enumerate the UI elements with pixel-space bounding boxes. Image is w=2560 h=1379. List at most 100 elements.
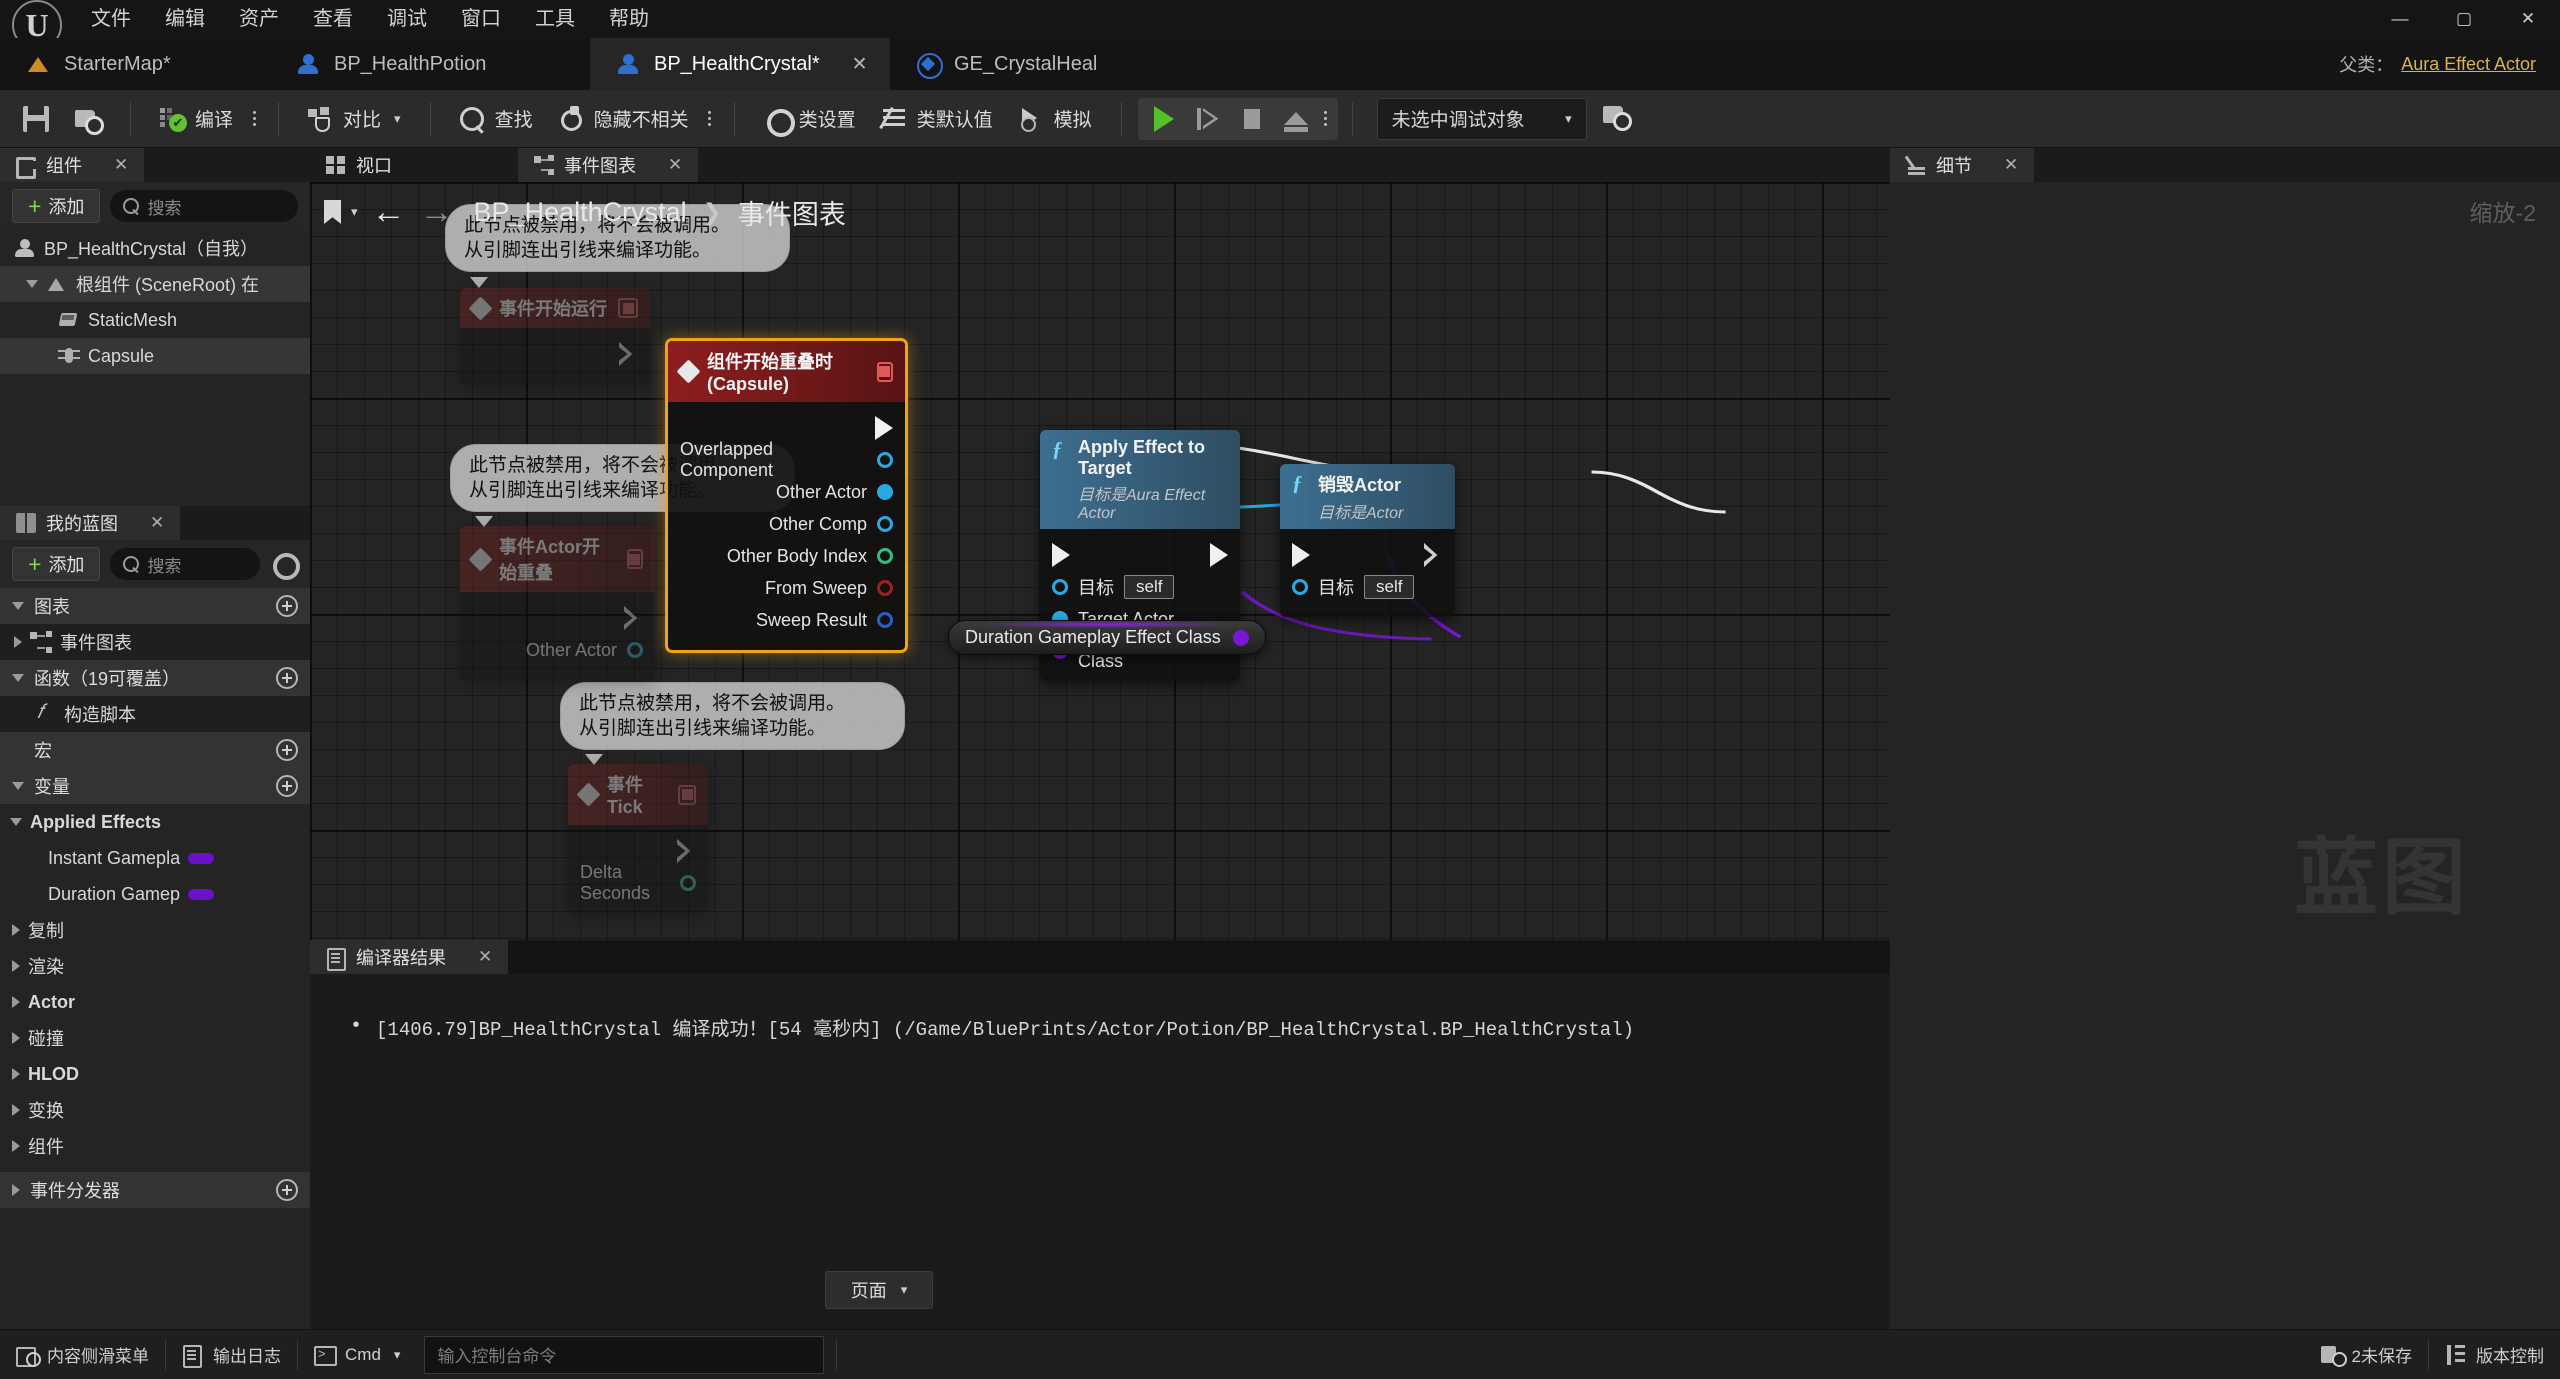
- chevron-down-icon[interactable]: [12, 602, 24, 610]
- tab-startermap[interactable]: StarterMap*: [0, 38, 270, 90]
- minimize-button[interactable]: —: [2368, 0, 2432, 38]
- back-button[interactable]: ←: [372, 195, 406, 229]
- tab-ge-crystalheal[interactable]: GE_CrystalHeal: [890, 38, 1170, 90]
- list-item[interactable]: 碰撞: [0, 1020, 310, 1056]
- list-item[interactable]: 复制: [0, 912, 310, 948]
- stop-button[interactable]: [1230, 98, 1274, 140]
- close-icon[interactable]: ✕: [2004, 155, 2018, 175]
- unsaved-changes-button[interactable]: 2未保存: [2305, 1330, 2428, 1379]
- tab-details[interactable]: 细节 ✕: [1890, 148, 2035, 182]
- play-button[interactable]: [1142, 98, 1186, 140]
- find-button[interactable]: 查找: [447, 97, 546, 141]
- eject-button[interactable]: [1274, 98, 1318, 140]
- menu-file[interactable]: 文件: [74, 0, 148, 38]
- event-breakpoint-icon[interactable]: [678, 784, 696, 805]
- menu-debug[interactable]: 调试: [370, 0, 444, 38]
- unreal-logo-icon[interactable]: U: [0, 0, 74, 50]
- components-search-input[interactable]: 搜索: [110, 190, 298, 222]
- content-drawer-button[interactable]: 内容侧滑菜单: [0, 1330, 165, 1379]
- list-item[interactable]: 构造脚本: [0, 696, 310, 732]
- chevron-down-icon[interactable]: [12, 674, 24, 682]
- list-item[interactable]: HLOD: [0, 1056, 310, 1092]
- tab-components[interactable]: 组件 ✕: [0, 148, 145, 182]
- class-settings-button[interactable]: 类设置: [751, 97, 869, 141]
- section-graphs[interactable]: 图表: [0, 588, 310, 624]
- save-button[interactable]: [10, 97, 62, 141]
- menu-window[interactable]: 窗口: [444, 0, 518, 38]
- tab-my-blueprint[interactable]: 我的蓝图 ✕: [0, 506, 181, 540]
- class-defaults-button[interactable]: 类默认值: [869, 97, 1006, 141]
- add-dispatcher-icon[interactable]: [276, 1179, 298, 1201]
- pin-sweep-result[interactable]: Sweep Result: [668, 604, 905, 636]
- add-graph-icon[interactable]: [276, 595, 298, 617]
- chevron-right-icon[interactable]: [12, 1032, 20, 1044]
- tab-viewport[interactable]: 视口: [310, 148, 408, 182]
- section-functions[interactable]: 函数（19可覆盖）: [0, 660, 310, 696]
- browse-button[interactable]: [62, 97, 114, 141]
- list-item[interactable]: Instant Gamepla: [0, 840, 310, 876]
- node-event-actor-begin-overlap[interactable]: 事件Actor开始重叠 Other Actor: [460, 526, 655, 680]
- chevron-right-icon[interactable]: [12, 1184, 20, 1196]
- simulate-button[interactable]: 模拟: [1006, 97, 1105, 141]
- tab-compiler-results[interactable]: 编译器结果 ✕: [310, 940, 509, 974]
- variable-group[interactable]: Applied Effects: [0, 804, 310, 840]
- cmd-mode-selector[interactable]: Cmd ▾: [298, 1330, 416, 1379]
- chevron-down-icon[interactable]: [10, 818, 22, 826]
- section-variables[interactable]: 变量: [0, 768, 310, 804]
- compile-options-icon[interactable]: [246, 111, 262, 126]
- node-event-tick[interactable]: 事件Tick Delta Seconds: [568, 764, 708, 913]
- chevron-right-icon[interactable]: [12, 1068, 20, 1080]
- chevron-down-icon[interactable]: [12, 782, 24, 790]
- pin-from-sweep[interactable]: From Sweep: [668, 572, 905, 604]
- menu-view[interactable]: 查看: [296, 0, 370, 38]
- target-value-field[interactable]: self: [1124, 575, 1175, 599]
- compile-button[interactable]: 编译: [147, 97, 246, 141]
- tree-row[interactable]: Capsule: [0, 338, 310, 374]
- node-duration-gameplay-effect-class[interactable]: Duration Gameplay Effect Class: [948, 620, 1266, 655]
- tab-bp-healthpotion[interactable]: BP_HealthPotion: [270, 38, 590, 90]
- node-destroy-actor[interactable]: ƒ 销毁Actor 目标是Actor 目标 self: [1280, 464, 1455, 617]
- chevron-right-icon[interactable]: [12, 996, 20, 1008]
- add-variable-icon[interactable]: [276, 775, 298, 797]
- page-selector-button[interactable]: 页面 ▾: [825, 1271, 933, 1309]
- event-breakpoint-icon[interactable]: [618, 298, 638, 318]
- close-icon[interactable]: ✕: [114, 155, 128, 175]
- close-icon[interactable]: ✕: [150, 513, 164, 533]
- debug-browse-icon[interactable]: [1602, 102, 1632, 136]
- parent-class-link[interactable]: Aura Effect Actor: [2401, 54, 2536, 75]
- myblueprint-search-input[interactable]: 搜索: [110, 548, 260, 580]
- forward-button[interactable]: →: [420, 195, 454, 229]
- source-control-button[interactable]: 版本控制: [2429, 1330, 2560, 1379]
- debug-object-selector[interactable]: 未选中调试对象 ▾: [1376, 97, 1587, 140]
- section-macros[interactable]: 宏: [0, 732, 310, 768]
- menu-help[interactable]: 帮助: [592, 0, 666, 38]
- console-command-input[interactable]: 输入控制台命令: [424, 1335, 825, 1374]
- list-item[interactable]: 组件: [0, 1128, 310, 1164]
- event-breakpoint-icon[interactable]: [626, 549, 643, 569]
- hide-unrelated-options-icon[interactable]: [702, 111, 718, 126]
- pin-other-comp[interactable]: Other Comp: [668, 508, 905, 540]
- node-component-begin-overlap[interactable]: 组件开始重叠时 (Capsule) Overlapped Component O…: [665, 338, 908, 653]
- frame-advance-button[interactable]: [1186, 98, 1230, 140]
- chevron-right-icon[interactable]: [12, 960, 20, 972]
- myblueprint-add-button[interactable]: + 添加: [12, 547, 101, 581]
- chevron-right-icon[interactable]: [12, 1140, 20, 1152]
- menu-tools[interactable]: 工具: [518, 0, 592, 38]
- pin-exec-out[interactable]: [460, 338, 650, 370]
- close-icon[interactable]: ✕: [668, 155, 682, 175]
- output-log-button[interactable]: 输出日志: [166, 1330, 297, 1379]
- menu-edit[interactable]: 编辑: [148, 0, 222, 38]
- components-add-button[interactable]: + 添加: [12, 189, 101, 223]
- close-button[interactable]: ✕: [2496, 0, 2560, 38]
- add-macro-icon[interactable]: [276, 739, 298, 761]
- add-function-icon[interactable]: [276, 667, 298, 689]
- maximize-button[interactable]: ▢: [2432, 0, 2496, 38]
- tree-row[interactable]: 根组件 (SceneRoot) 在: [0, 266, 310, 302]
- tree-row[interactable]: StaticMesh: [0, 302, 310, 338]
- list-item[interactable]: 渲染: [0, 948, 310, 984]
- pin-exec-row[interactable]: [1280, 539, 1455, 571]
- list-item[interactable]: Duration Gamep: [0, 876, 310, 912]
- details-panel-body[interactable]: [1890, 182, 2560, 1329]
- pin-target[interactable]: 目标 self: [1280, 571, 1455, 603]
- list-item[interactable]: Actor: [0, 984, 310, 1020]
